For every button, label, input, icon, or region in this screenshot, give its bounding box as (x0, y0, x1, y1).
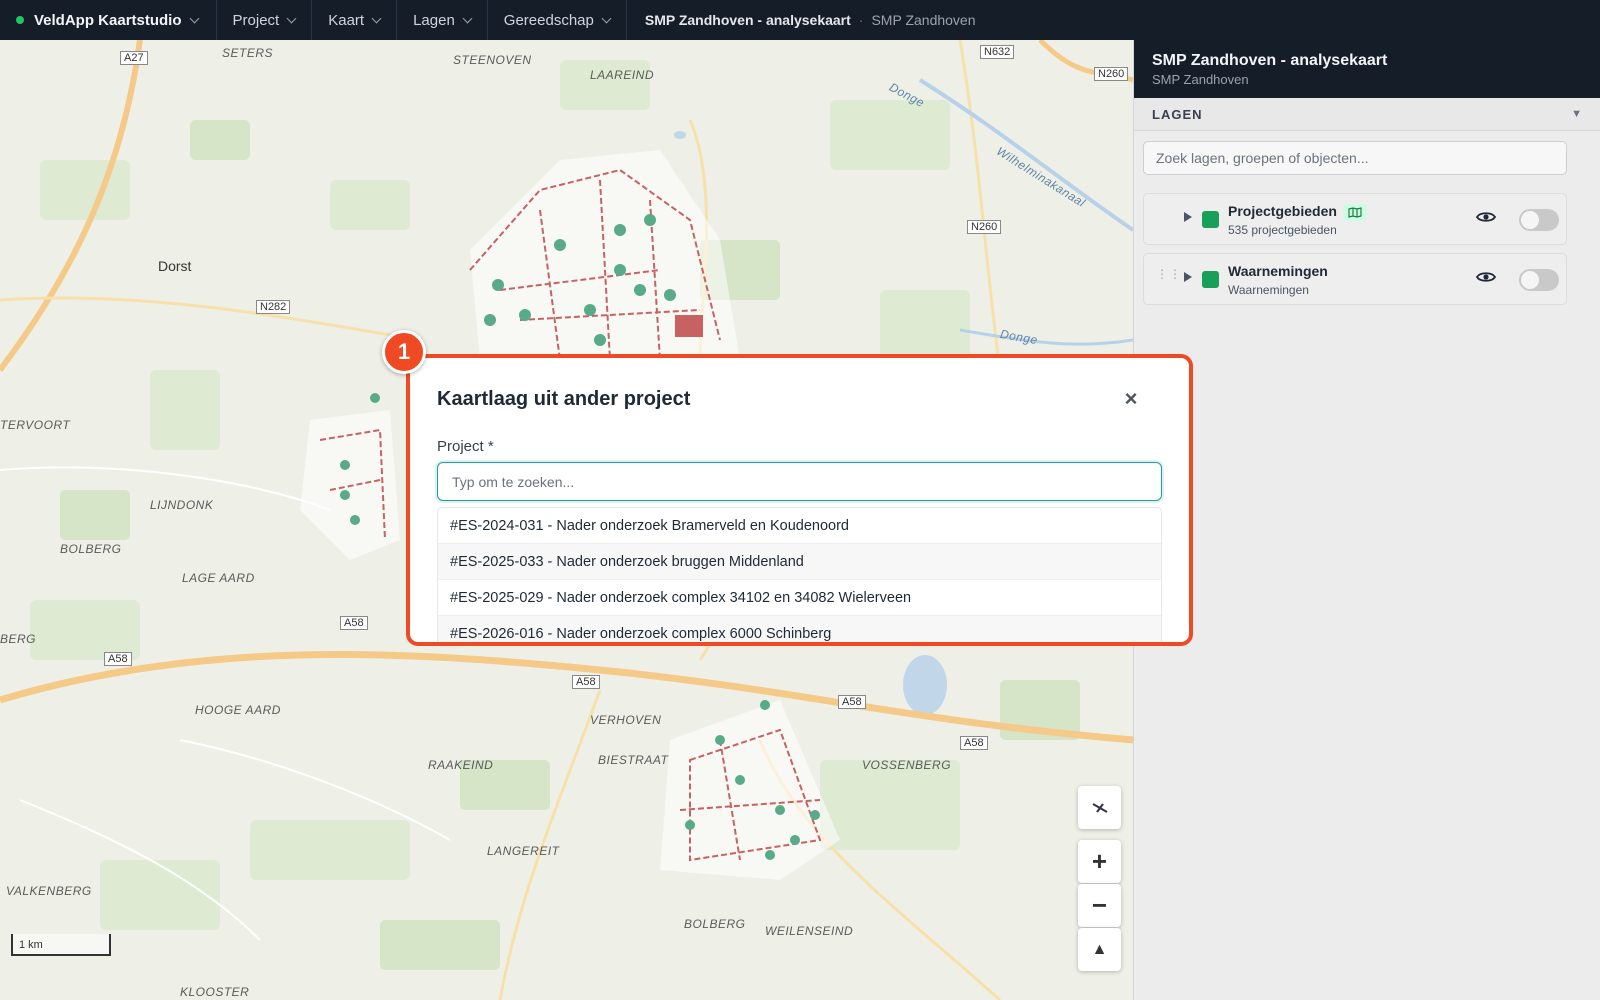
place-label: SETERS (222, 46, 274, 60)
road-label: A58 (340, 616, 368, 630)
place-label: VALKENBERG (6, 884, 92, 898)
place-label: BERG (0, 632, 37, 646)
layer-name: Waarnemingen (1228, 263, 1328, 279)
project-option[interactable]: #ES-2024-031 - Nader onderzoek Bramervel… (438, 508, 1161, 544)
project-option[interactable]: #ES-2025-029 - Nader onderzoek complex 3… (438, 580, 1161, 616)
eye-icon[interactable] (1475, 270, 1497, 289)
project-field-label: Project * (437, 438, 494, 455)
menu-project[interactable]: Project (217, 0, 313, 40)
panel-title: SMP Zandhoven - analysekaart (1152, 52, 1388, 69)
project-options-list[interactable]: #ES-2024-031 - Nader onderzoek Bramervel… (437, 507, 1162, 642)
expand-icon[interactable] (1184, 212, 1192, 222)
place-label: BOLBERG (684, 917, 746, 931)
menu-project-label: Project (232, 11, 280, 29)
layers-header-label: LAGEN (1152, 106, 1203, 122)
top-bar: VeldApp Kaartstudio Project Kaart Lagen … (0, 0, 1600, 40)
road-label: A58 (838, 695, 866, 709)
layer-search-placeholder: Zoek lagen, groepen of objecten... (1156, 150, 1369, 166)
breadcrumb-project[interactable]: SMP Zandhoven - analysekaart (645, 12, 851, 28)
road-label: N282 (256, 300, 291, 314)
chevron-down-icon (286, 13, 297, 23)
zoom-in-button[interactable]: + (1078, 840, 1121, 883)
road-label: N260 (1094, 67, 1129, 81)
project-search-placeholder: Typ om te zoeken... (452, 473, 575, 490)
road-label: A58 (572, 675, 600, 689)
place-label: BIESTRAAT (598, 753, 669, 767)
place-label: RAAKEIND (428, 758, 494, 772)
project-search-input[interactable]: Typ om te zoeken... (437, 462, 1162, 501)
panel-subtitle: SMP Zandhoven (1152, 72, 1249, 87)
road-label: A27 (120, 51, 148, 65)
breadcrumb-separator: · (858, 12, 864, 28)
layer-visibility-toggle[interactable] (1519, 209, 1559, 231)
project-option[interactable]: #ES-2025-033 - Nader onderzoek bruggen M… (438, 544, 1161, 580)
chevron-down-icon (462, 13, 473, 23)
menu-kaart-label: Kaart (328, 11, 365, 29)
app-brand-menu[interactable]: VeldApp Kaartstudio (0, 0, 217, 40)
road-label: N632 (980, 45, 1015, 59)
layer-subtitle: Waarnemingen (1228, 283, 1309, 297)
place-label: TERVOORT (0, 418, 71, 432)
menu-gereedschap[interactable]: Gereedschap (488, 0, 627, 40)
road-label: A58 (960, 736, 988, 750)
breadcrumb-sub: SMP Zandhoven (871, 12, 976, 28)
collapse-icon[interactable]: ▼ (1571, 108, 1582, 120)
layer-name-label: Projectgebieden (1228, 203, 1337, 219)
north-arrow-icon: ▲ (1091, 940, 1108, 958)
map-icon (1342, 203, 1367, 221)
town-label: Dorst (158, 258, 192, 274)
minus-icon: − (1091, 890, 1108, 920)
menu-lagen[interactable]: Lagen (397, 0, 488, 40)
close-icon[interactable]: × (1119, 386, 1143, 412)
compass-icon (1092, 802, 1107, 813)
layer-subtitle: 535 projectgebieden (1228, 223, 1337, 237)
eye-icon[interactable] (1475, 210, 1497, 229)
layers-section-header[interactable]: LAGEN ▼ (1134, 98, 1600, 131)
menu-kaart[interactable]: Kaart (312, 0, 398, 40)
layers-panel: SMP Zandhoven - analysekaart SMP Zandhov… (1133, 40, 1600, 1000)
chevron-down-icon (371, 13, 382, 23)
road-label: A58 (104, 652, 132, 666)
plus-icon: + (1091, 846, 1108, 876)
zoom-out-button[interactable]: − (1078, 884, 1121, 927)
status-dot-icon (16, 16, 24, 24)
panel-header: SMP Zandhoven - analysekaart SMP Zandhov… (1134, 40, 1600, 98)
place-label: LAAREIND (590, 68, 655, 82)
reset-north-button[interactable]: ▲ (1078, 928, 1121, 971)
layer-visibility-toggle[interactable] (1519, 269, 1559, 291)
place-label: WEILENSEIND (765, 924, 854, 938)
place-label: STEENOVEN (453, 53, 532, 67)
place-label: LIJNDONK (150, 498, 214, 512)
road-label: N260 (967, 220, 1002, 234)
layer-color-swatch (1202, 211, 1219, 228)
dialog-title: Kaartlaag uit ander project (437, 388, 691, 410)
compass-button[interactable] (1078, 786, 1121, 829)
place-label: LANGEREIT (487, 844, 560, 858)
place-label: HOOGE AARD (195, 703, 281, 717)
layer-row-projectgebieden[interactable]: Projectgebieden 535 projectgebieden (1143, 193, 1567, 245)
place-label: VERHOVEN (590, 713, 662, 727)
place-label: KLOOSTER (180, 985, 250, 999)
place-label: BOLBERG (60, 542, 122, 556)
expand-icon[interactable] (1184, 272, 1192, 282)
chevron-down-icon (601, 13, 612, 23)
layer-row-waarnemingen[interactable]: ⋮⋮ Waarnemingen Waarnemingen (1143, 253, 1567, 305)
drag-handle-icon[interactable]: ⋮⋮ (1156, 268, 1181, 286)
menu-lagen-label: Lagen (413, 11, 455, 29)
place-label: LAGE AARD (182, 571, 255, 585)
scale-bar: 1 km (11, 934, 111, 956)
layer-color-swatch (1202, 271, 1219, 288)
breadcrumb: SMP Zandhoven - analysekaart · SMP Zandh… (627, 12, 976, 28)
chevron-down-icon (189, 13, 199, 23)
project-option[interactable]: #ES-2026-016 - Nader onderzoek complex 6… (438, 616, 1161, 642)
layer-search-input[interactable]: Zoek lagen, groepen of objecten... (1143, 141, 1567, 175)
place-label: VOSSENBERG (862, 758, 952, 772)
layer-name: Projectgebieden (1228, 203, 1367, 221)
app-brand-label: VeldApp Kaartstudio (34, 11, 182, 29)
import-layer-dialog: Kaartlaag uit ander project × Project * … (406, 354, 1193, 646)
step-number-badge: 1 (382, 330, 426, 374)
menu-gereedschap-label: Gereedschap (503, 11, 594, 29)
scale-label: 1 km (19, 939, 43, 951)
